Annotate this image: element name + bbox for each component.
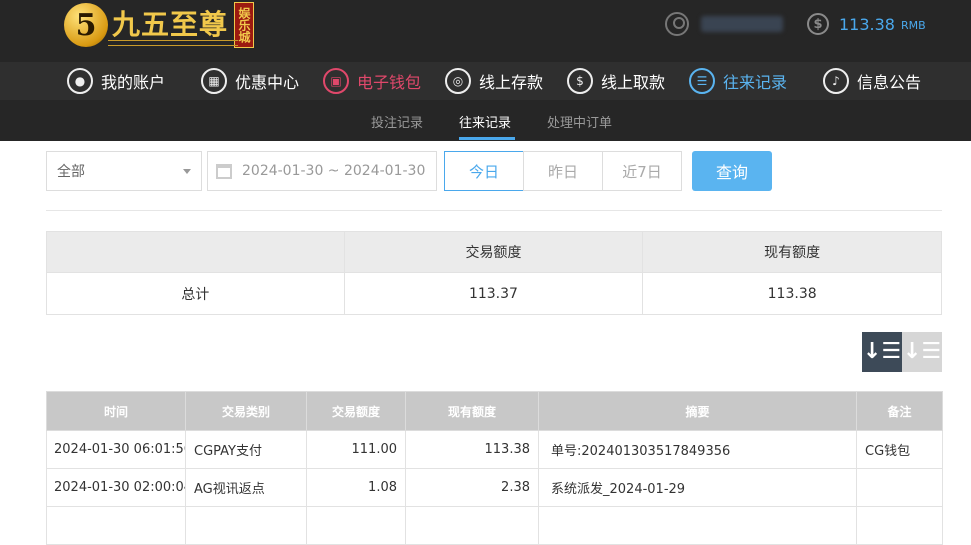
- cell-amount: 111.00: [306, 430, 406, 469]
- withdraw-icon: $: [567, 68, 593, 94]
- nav-transaction-records[interactable]: ☰ 往来记录: [689, 62, 787, 100]
- table-row: [46, 506, 943, 545]
- cell-time: 2024-01-30 02:00:04: [46, 468, 186, 507]
- nav-announcements[interactable]: ♪ 信息公告: [823, 62, 921, 100]
- deposit-icon: ◎: [445, 68, 471, 94]
- col-header-balance[interactable]: 现有额度: [405, 391, 539, 431]
- active-tab-indicator: [459, 137, 515, 140]
- cell-balance: 113.38: [405, 430, 539, 469]
- cell-summary: 单号:202401303517849356: [538, 430, 857, 469]
- col-header-time[interactable]: 时间: [46, 391, 186, 431]
- nav-label: 优惠中心: [235, 73, 300, 92]
- table-row: 2024-01-30 02:00:04 AG视讯返点 1.08 2.38 系统派…: [46, 468, 943, 507]
- sort-desc-icon: ↓☰: [862, 339, 902, 364]
- nav-label: 电子钱包: [357, 73, 422, 92]
- user-icon: [665, 12, 689, 36]
- col-header-amount[interactable]: 交易额度: [306, 391, 406, 431]
- date-range-value: 2024-01-30 ~ 2024-01-30: [242, 163, 426, 179]
- cell-type: [185, 506, 307, 545]
- summary-row-label: 总计: [46, 272, 345, 315]
- cell-amount: 1.08: [306, 468, 406, 507]
- nav-label: 往来记录: [723, 73, 788, 92]
- cell-time: [46, 506, 186, 545]
- records-header-row: 时间 交易类别 交易额度 现有额度 摘要 备注: [46, 391, 943, 431]
- balance-unit: RMB: [900, 19, 926, 32]
- summary-trade-total: 113.37: [343, 272, 644, 315]
- table-row: 2024-01-30 06:01:56 CGPAY支付 111.00 113.3…: [46, 430, 943, 469]
- main-nav: ● 我的账户 ▦ 优惠中心 ▣ 电子钱包 ◎ 线上存款 $ 线上取款 ☰ 往来记…: [0, 62, 971, 100]
- col-header-type[interactable]: 交易类别: [185, 391, 307, 431]
- summary-current-total: 113.38: [642, 272, 942, 315]
- nav-label: 我的账户: [101, 73, 166, 92]
- nav-label: 线上取款: [601, 73, 666, 92]
- sub-nav: 投注记录 往来记录 处理中订单: [0, 100, 971, 141]
- records-icon: ☰: [689, 68, 715, 94]
- tab-bet-records[interactable]: 投注记录: [371, 112, 423, 131]
- username-redacted: [701, 16, 783, 32]
- tab-pending-orders[interactable]: 处理中订单: [547, 112, 612, 131]
- logo-mark: 5: [64, 3, 108, 47]
- divider: [46, 210, 942, 211]
- user-icon: ●: [67, 68, 93, 94]
- summary-table: 交易额度 现有额度 总计 113.37 113.38: [46, 231, 942, 315]
- coin-icon: $: [807, 13, 829, 35]
- sort-descending-button[interactable]: ↓☰: [862, 332, 902, 372]
- cell-remark: [856, 468, 943, 507]
- cell-type: CGPAY支付: [185, 430, 307, 469]
- col-header-remark[interactable]: 备注: [856, 391, 943, 431]
- bell-icon: ♪: [823, 68, 849, 94]
- calendar-icon: [216, 163, 232, 179]
- cell-remark: CG钱包: [856, 430, 943, 469]
- type-select[interactable]: 全部: [46, 151, 202, 191]
- chevron-down-icon: [183, 169, 191, 174]
- cell-type: AG视讯返点: [185, 468, 307, 507]
- tab-transaction-records[interactable]: 往来记录: [459, 112, 511, 131]
- nav-e-wallet[interactable]: ▣ 电子钱包: [323, 62, 421, 100]
- nav-label: 线上存款: [479, 73, 544, 92]
- sort-ascending-button[interactable]: ↓☰: [902, 332, 942, 372]
- records-table: 时间 交易类别 交易额度 现有额度 摘要 备注 2024-01-30 06:01…: [46, 391, 943, 545]
- sort-asc-icon: ↓☰: [902, 339, 942, 364]
- nav-label: 信息公告: [857, 73, 922, 92]
- query-button[interactable]: 查询: [692, 151, 772, 191]
- summary-total-row: 总计 113.37 113.38: [46, 272, 942, 315]
- cell-balance: 2.38: [405, 468, 539, 507]
- cell-summary: 系统派发_2024-01-29: [538, 468, 857, 507]
- logo-text: 九五至尊: [112, 8, 229, 41]
- cell-amount: [306, 506, 406, 545]
- quick-7days-button[interactable]: 近7日: [602, 151, 682, 191]
- cell-balance: [405, 506, 539, 545]
- balance-amount: 113.38: [839, 14, 895, 34]
- nav-online-deposit[interactable]: ◎ 线上存款: [445, 62, 543, 100]
- summary-header-empty: [46, 231, 345, 273]
- nav-my-account[interactable]: ● 我的账户: [67, 62, 165, 100]
- top-bar: 5 九五至尊 娱乐城 $ 113.38 RMB: [0, 0, 971, 62]
- balance-display: $ 113.38 RMB: [807, 13, 926, 35]
- cell-time: 2024-01-30 06:01:56: [46, 430, 186, 469]
- logo-ornament: [108, 40, 238, 46]
- summary-header-current: 现有额度: [642, 231, 942, 273]
- nav-online-withdraw[interactable]: $ 线上取款: [567, 62, 665, 100]
- type-select-value: 全部: [57, 164, 85, 180]
- cell-remark: [856, 506, 943, 545]
- summary-header-row: 交易额度 现有额度: [46, 231, 942, 273]
- summary-header-trade: 交易额度: [343, 231, 644, 273]
- wallet-icon: ▣: [323, 68, 349, 94]
- quick-today-button[interactable]: 今日: [444, 151, 524, 191]
- user-area[interactable]: [665, 12, 783, 36]
- cell-summary: [538, 506, 857, 545]
- gift-icon: ▦: [201, 68, 227, 94]
- nav-promotions[interactable]: ▦ 优惠中心: [201, 62, 299, 100]
- quick-yesterday-button[interactable]: 昨日: [523, 151, 603, 191]
- col-header-summary[interactable]: 摘要: [538, 391, 857, 431]
- date-range-input[interactable]: 2024-01-30 ~ 2024-01-30: [207, 151, 437, 191]
